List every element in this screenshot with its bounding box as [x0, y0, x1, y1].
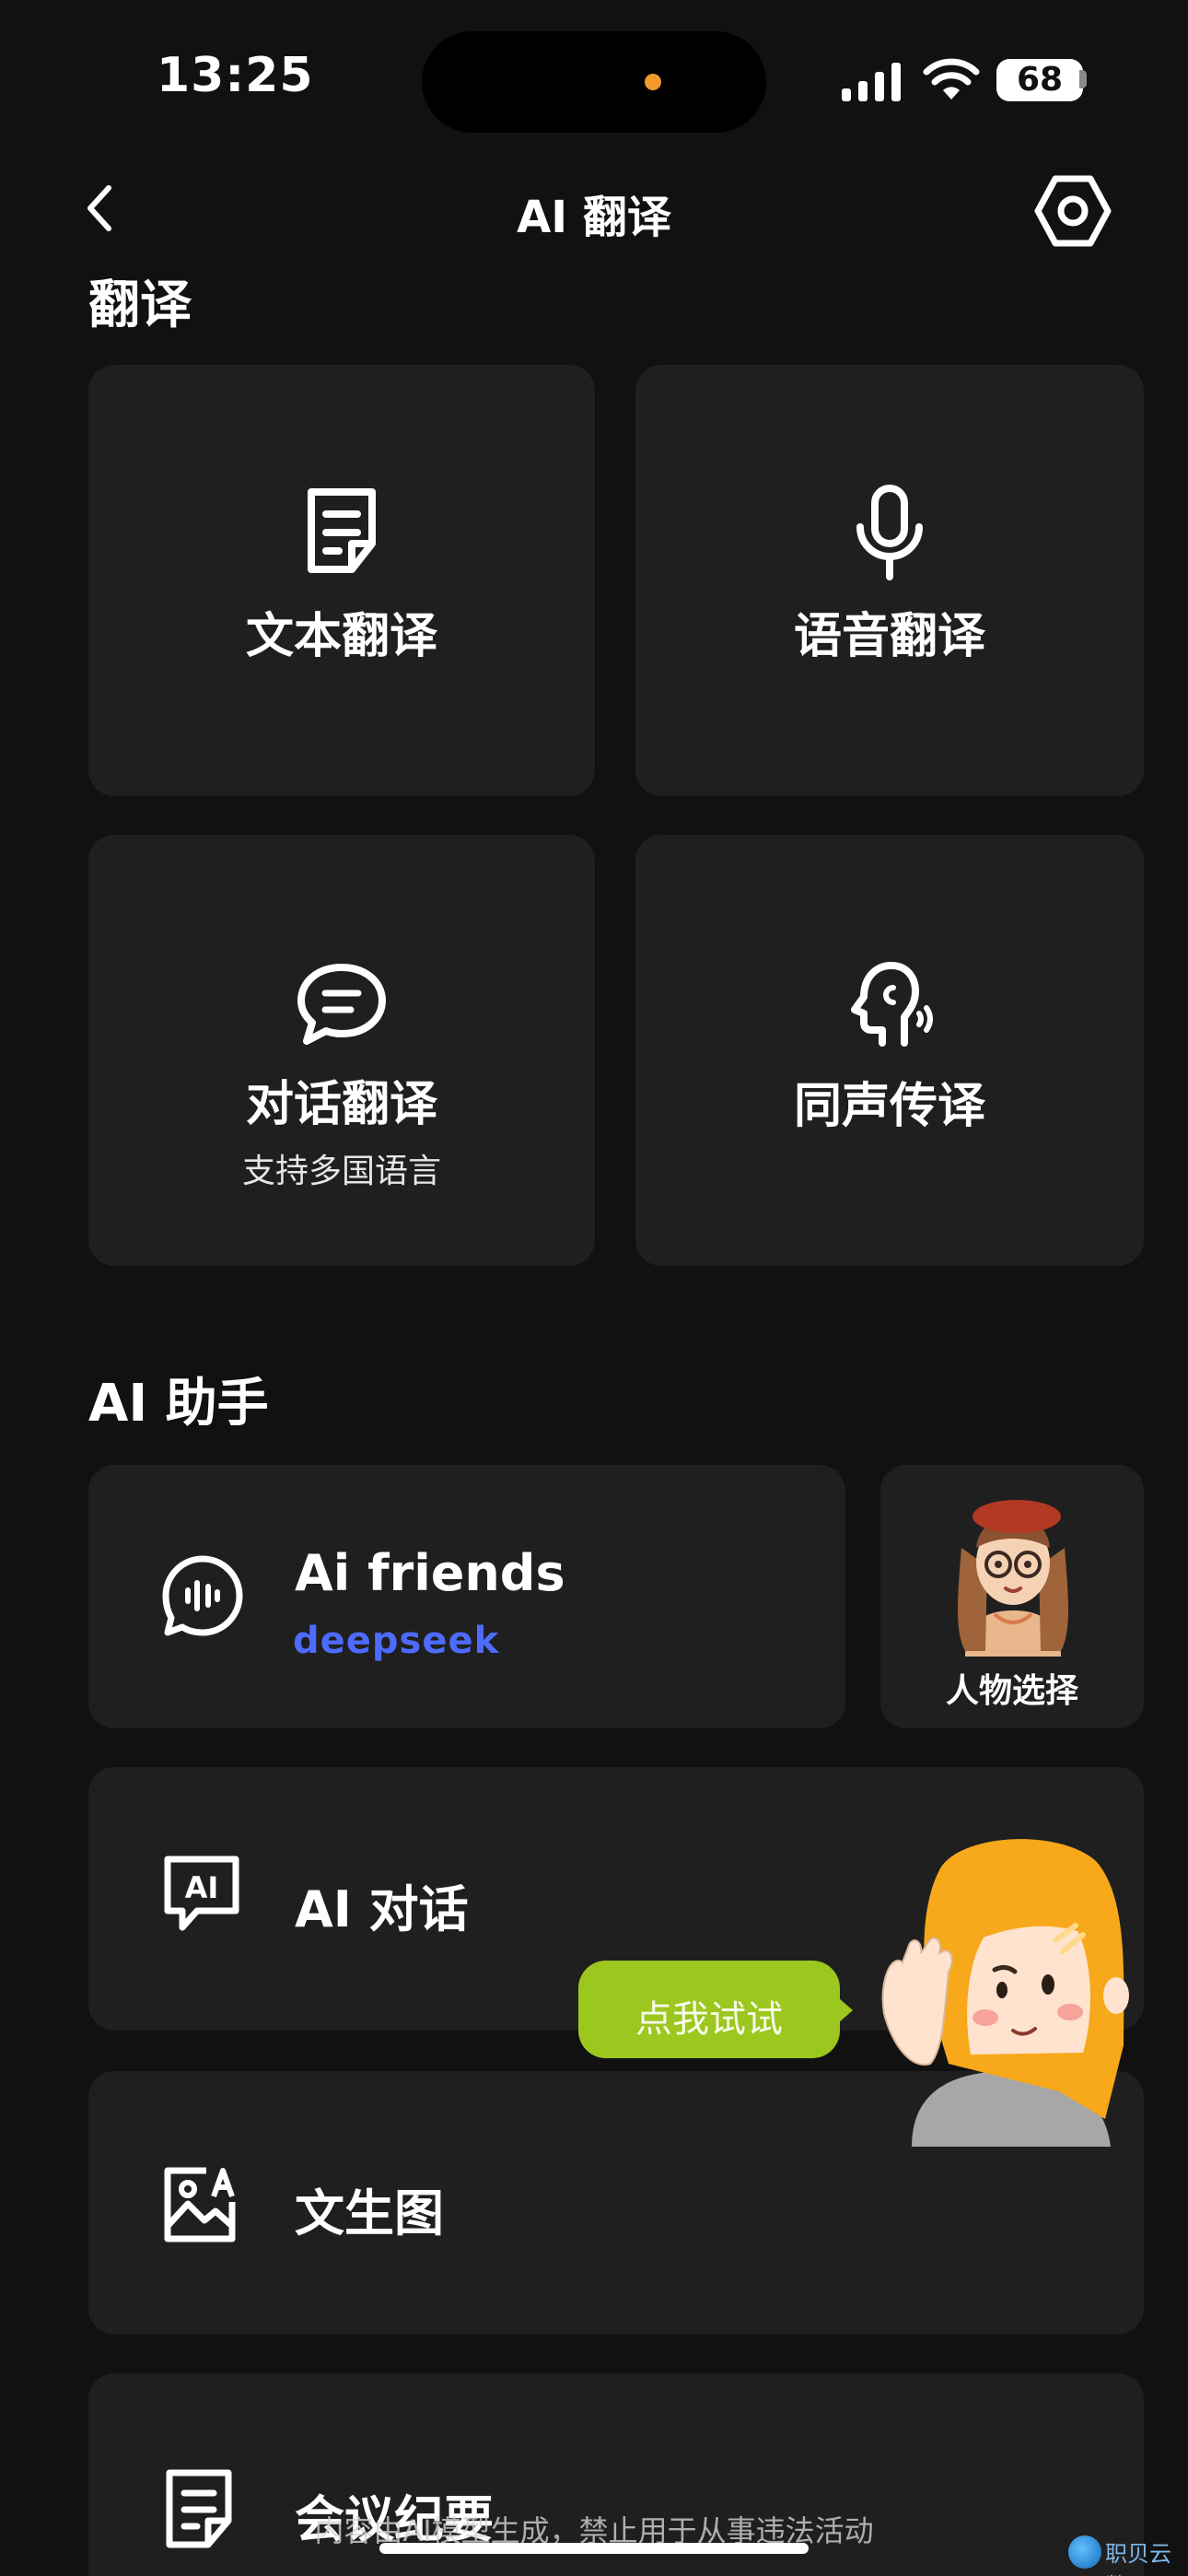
dialogue-translate-card[interactable]: 对话翻译 支持多国语言 [88, 835, 595, 1266]
character-select-card[interactable]: 人物选择 [880, 1465, 1144, 1728]
dialogue-translate-label: 对话翻译 [245, 1077, 437, 1132]
text-translate-label: 文本翻译 [245, 609, 437, 664]
dialogue-translate-subtitle: 支持多国语言 [241, 1153, 441, 1190]
ai-friends-label: Ai friends [295, 1544, 565, 1602]
ai-chat-label: AI 对话 [295, 1880, 469, 1938]
voice-translate-label: 语音翻译 [793, 609, 985, 664]
voice-translate-card[interactable]: 语音翻译 [635, 365, 1144, 796]
text-translate-card[interactable]: 文本翻译 [88, 365, 595, 796]
character-avatar [958, 1500, 1068, 1657]
microphone-icon [856, 485, 923, 580]
waving-girl-mascot[interactable] [875, 1833, 1151, 2147]
dynamic-island [422, 31, 766, 133]
watermark-text: 职贝云数 [1105, 2541, 1171, 2576]
try-me-bubble[interactable]: 点我试试 [578, 1961, 853, 2058]
document-icon [308, 488, 376, 573]
assistant-section-title: AI 助手 [88, 1374, 269, 1434]
wifi-icon [923, 58, 980, 100]
chat-bubble-icon [297, 964, 386, 1045]
image-icon [164, 2167, 236, 2242]
watermark-logo [1068, 2535, 1101, 2569]
deepseek-brand: deepseek [293, 1620, 500, 1662]
svg-text:AI: AI [185, 1870, 219, 1905]
simultaneous-interpretation-label: 同声传译 [793, 1079, 985, 1134]
privacy-indicator-dot [645, 74, 661, 90]
status-time: 13:25 [157, 48, 314, 103]
battery-tip [1079, 70, 1087, 88]
character-select-label: 人物选择 [945, 1672, 1078, 1710]
ai-friends-card[interactable]: Ai friends deepseek [88, 1465, 845, 1728]
text-to-image-label: 文生图 [295, 2184, 444, 2242]
translate-section-title: 翻译 [88, 275, 192, 335]
voice-chat-icon [162, 1555, 243, 1636]
speaking-head-icon [851, 962, 933, 1047]
settings-hexagon-icon[interactable] [1033, 171, 1112, 251]
cellular-signal-icon [842, 63, 901, 101]
simultaneous-interpretation-card[interactable]: 同声传译 [635, 835, 1144, 1266]
battery-indicator: 68 [996, 59, 1083, 101]
home-indicator[interactable] [379, 2543, 809, 2554]
page-title: AI 翻译 [517, 192, 671, 243]
ai-chat-icon: AI [164, 1856, 239, 1931]
